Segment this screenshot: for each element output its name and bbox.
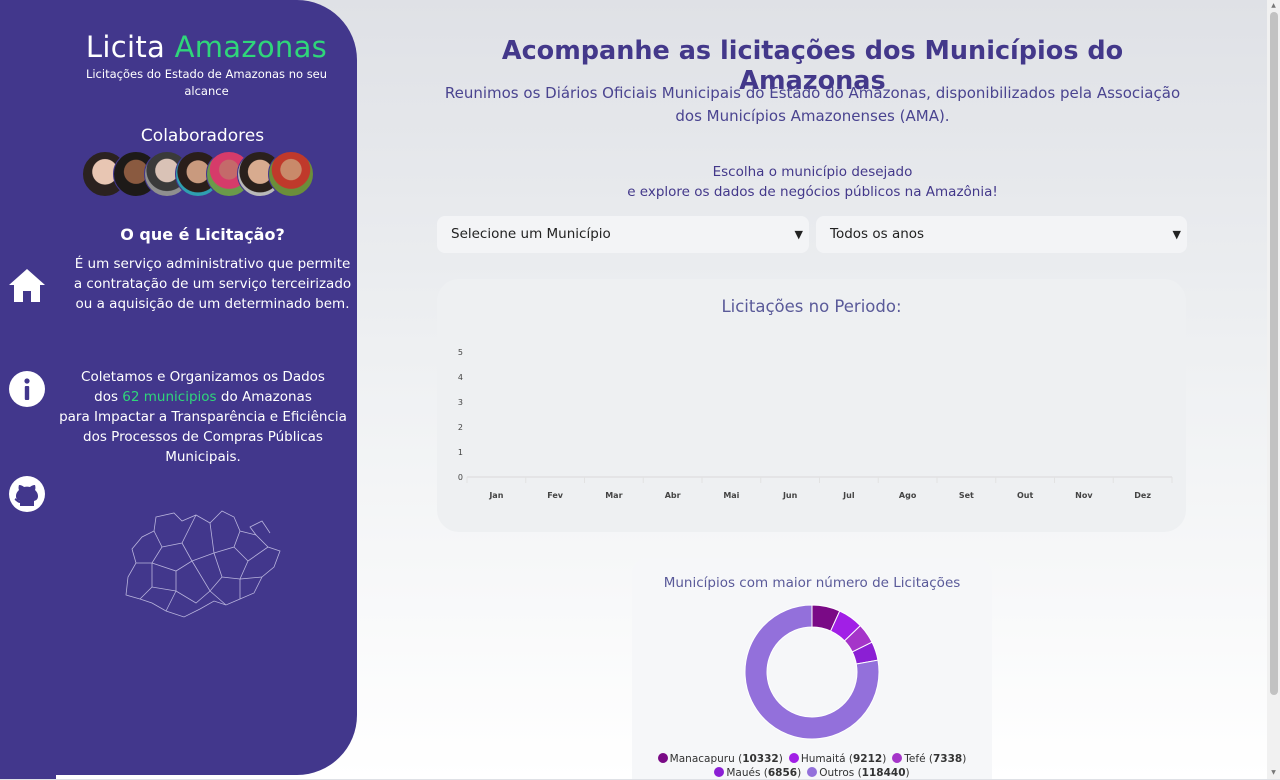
legend-label: Outros ( — [819, 767, 862, 779]
legend-close: ) — [778, 753, 783, 765]
legend-dot — [788, 753, 799, 763]
legend-close: ) — [882, 753, 887, 765]
x-tick-label: Set — [959, 491, 974, 500]
scroll-up-icon[interactable]: ▲ — [1267, 0, 1280, 12]
avatar[interactable] — [268, 151, 314, 197]
brand-part2: Amazonas — [174, 30, 328, 64]
choose-line: Escolha o município desejado — [712, 164, 913, 180]
y-tick-label: 3 — [458, 398, 463, 407]
y-tick-label: 4 — [458, 373, 463, 382]
scroll-down-icon[interactable]: ▼ — [1267, 767, 1280, 779]
top-municipios-donut-chart — [744, 604, 880, 740]
collect-prefix: dos — [94, 389, 118, 405]
legend-value: 6856 — [767, 767, 798, 779]
collaborators-avatars — [82, 151, 332, 197]
collect-line: dos Processos de Compras Públicas — [83, 429, 323, 445]
chevron-down-icon: ▼ — [794, 228, 803, 241]
page-subtitle: Reunimos os Diários Oficiais Municipais … — [440, 82, 1185, 128]
amazonas-map-icon — [125, 510, 281, 618]
subtitle-line: Reunimos os Diários Oficiais Municipais … — [444, 84, 1181, 102]
licitacoes-periodo-card: Licitações no Periodo: 0 1 2 3 4 5 Jan Fev Mar Ab… — [437, 279, 1186, 532]
x-tick-label: Ago — [899, 491, 917, 500]
legend-value: 118440 — [861, 767, 906, 779]
collect-line: Municipais. — [165, 449, 241, 465]
scroll-thumb[interactable] — [1270, 12, 1278, 695]
legend-label: Humaitá ( — [800, 753, 853, 765]
legend-value: 10332 — [742, 753, 779, 765]
legend-value: 9212 — [852, 753, 883, 765]
y-tick-label: 5 — [458, 348, 463, 357]
icon-bar — [0, 0, 56, 779]
collect-text: Coletamos e Organizamos os Dados dos 62 … — [56, 367, 350, 467]
info-icon[interactable] — [8, 370, 46, 408]
collaborators-title: Colaboradores — [140, 126, 265, 146]
scrollbar[interactable]: ▲ ▼ — [1267, 0, 1280, 779]
what-is-title: O que é Licitação? — [120, 225, 285, 244]
choose-line: e explore os dados de negócios públicos … — [627, 184, 998, 200]
legend-close: ) — [962, 753, 967, 765]
chevron-down-icon: ▼ — [1172, 228, 1181, 241]
legend-dot — [714, 767, 725, 777]
choose-text: Escolha o município desejado e explore o… — [440, 162, 1185, 202]
legend-item[interactable]: Manacapuru (10332) — [657, 752, 783, 766]
collect-line: para Impactar a Transparência e Eficiênc… — [59, 409, 347, 425]
collect-line: Coletamos e Organizamos os Dados — [81, 369, 325, 385]
y-tick-label: 1 — [458, 448, 463, 457]
x-tick-label: Dez — [1134, 491, 1151, 500]
sidebar: Licita Amazonas Licitações do Estado de … — [56, 0, 357, 775]
legend-item[interactable]: Maués (6856) — [714, 766, 801, 780]
legend-item[interactable]: Tefé (7338) — [892, 752, 966, 766]
pie-legend: Manacapuru (10332) Humaitá (9212) Tefé (73… — [632, 752, 992, 780]
legend-close: ) — [797, 767, 802, 779]
x-tick-label: Abr — [665, 491, 681, 500]
legend-dot — [657, 753, 668, 763]
y-tick-label: 0 — [458, 473, 463, 482]
collect-suffix: do Amazonas — [220, 389, 312, 405]
legend-dot — [892, 753, 903, 763]
x-tick-label: Nov — [1075, 491, 1093, 500]
ano-select-value: Todos os anos — [830, 226, 925, 242]
legend-item[interactable]: Outros (118440) — [807, 766, 910, 780]
legend-value: 7338 — [932, 753, 963, 765]
legend-label: Tefé ( — [904, 753, 933, 765]
x-tick-label: Jan — [488, 491, 503, 500]
y-tick-label: 2 — [458, 423, 463, 432]
legend-close: ) — [905, 767, 910, 779]
x-tick-label: Mai — [723, 491, 739, 500]
municipios-count: 62 municipios — [122, 389, 217, 405]
top-municipios-card: Municípios com maior número de Licitaçõe… — [632, 558, 992, 779]
municipio-select-value: Selecione um Município — [451, 226, 611, 242]
legend-item[interactable]: Humaitá (9212) — [788, 752, 887, 766]
home-icon[interactable] — [8, 266, 46, 304]
legend-dot — [807, 767, 818, 777]
x-tick-label: Out — [1017, 491, 1033, 500]
tagline: Licitações do Estado de Amazonas no seu … — [85, 67, 328, 98]
licitacoes-bar-chart: 0 1 2 3 4 5 Jan Fev Mar Abr Mai Jun Jul Ago Set Out Nov D… — [458, 348, 1173, 500]
brand-logo[interactable]: Licita Amazonas — [56, 30, 357, 64]
x-tick-label: Mar — [605, 491, 622, 500]
x-tick-label: Fev — [547, 491, 564, 500]
legend-label: Maués ( — [726, 767, 768, 779]
what-is-text: É um serviço administrativo que permite … — [73, 256, 352, 312]
x-tick-label: Jun — [782, 491, 798, 500]
github-icon[interactable] — [8, 475, 46, 513]
x-tick-label: Jul — [842, 491, 855, 500]
municipio-select[interactable]: Selecione um Município ▼ — [437, 216, 809, 253]
subtitle-line: dos Municípios Amazonenses (AMA). — [675, 107, 950, 125]
collect-line: dos 62 municipios do Amazonas — [56, 387, 350, 407]
brand-part1: Licita — [85, 30, 166, 64]
ano-select[interactable]: Todos os anos ▼ — [816, 216, 1187, 253]
legend-label: Manacapuru ( — [669, 753, 743, 765]
